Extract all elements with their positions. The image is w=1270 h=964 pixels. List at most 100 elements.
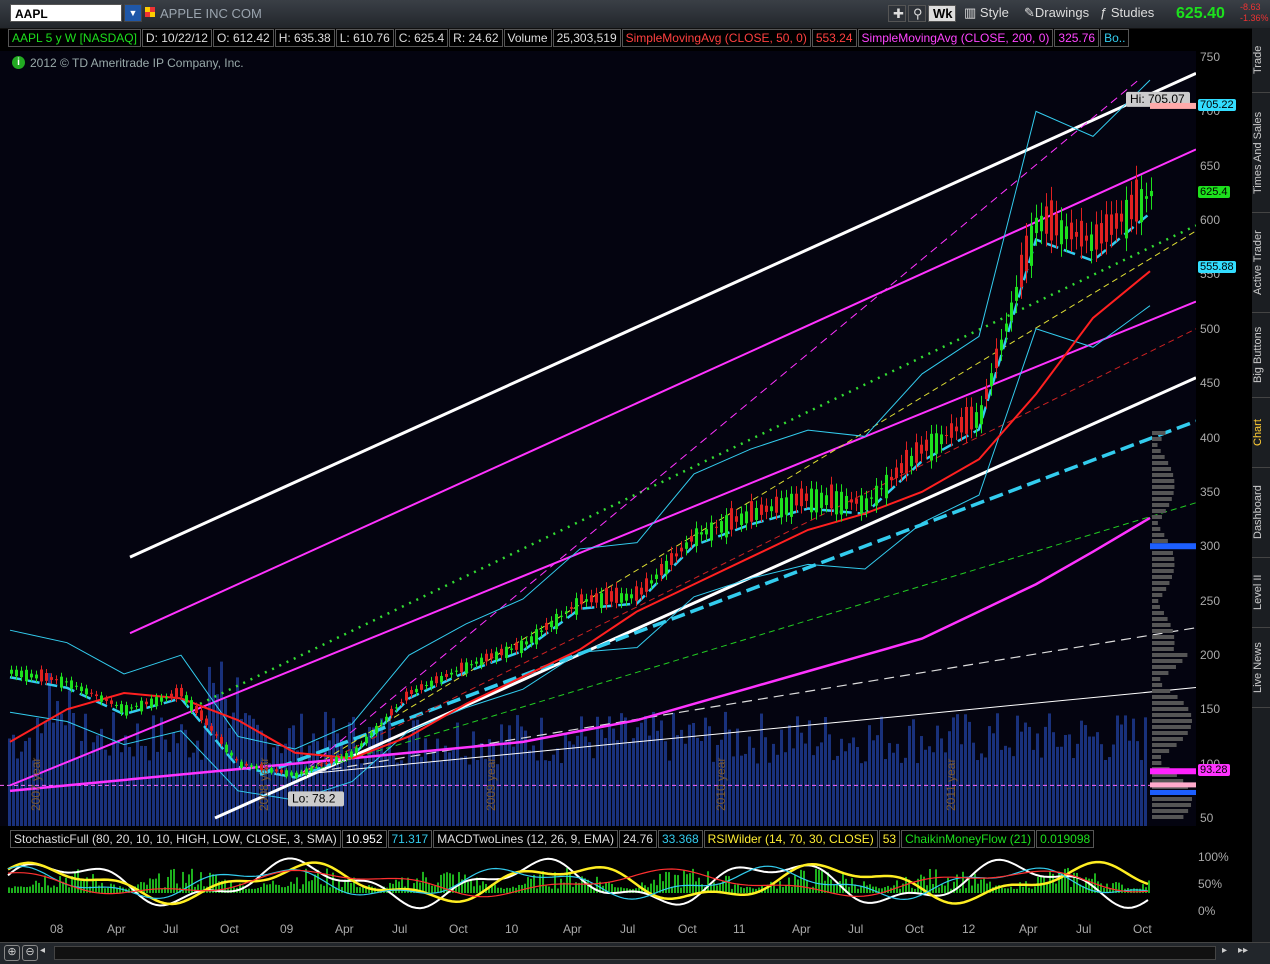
cmf-bar	[11, 888, 13, 893]
candle-body	[460, 662, 463, 673]
time-tick: 12	[962, 922, 976, 936]
volume-bar	[672, 712, 675, 826]
candle-body	[50, 677, 53, 680]
volume-profile-bar	[1152, 683, 1163, 687]
side-tab[interactable]: Level II	[1252, 558, 1270, 628]
candle-body	[330, 757, 333, 764]
info-icon[interactable]: i	[12, 56, 25, 69]
candle-body	[695, 528, 698, 546]
scroll-right-icon[interactable]: ▸	[1222, 945, 1232, 959]
candle-body	[80, 686, 83, 692]
candle-body	[340, 756, 343, 759]
cmf-bar	[104, 888, 106, 893]
candle-body	[150, 698, 153, 708]
side-tab[interactable]: Dashboard	[1252, 468, 1270, 558]
volume-bar	[1104, 759, 1107, 826]
volume-bar	[812, 755, 815, 826]
green-dashed-line	[299, 502, 1196, 775]
time-tick: Jul	[163, 922, 179, 936]
candle-body	[20, 670, 23, 678]
zoom-out-icon[interactable]: ⊖	[22, 945, 38, 961]
volume-bar	[160, 717, 163, 826]
cmf-bar	[899, 888, 901, 893]
volume-bar	[1048, 713, 1051, 826]
volume-bar	[292, 725, 295, 826]
candle-body	[95, 694, 98, 697]
cmf-bar	[23, 887, 25, 893]
time-axis[interactable]: 08 Apr Jul Oct 09 Apr Jul Oct 10 Apr Jul Oct 11 Apr Ju…	[0, 918, 1196, 942]
link-grid-icon[interactable]	[145, 7, 155, 17]
volume-bar	[692, 722, 695, 826]
lower-indicator-pane[interactable]	[0, 853, 1196, 918]
crosshair-icon[interactable]: ✚	[888, 5, 906, 22]
price-chart[interactable]: 2007 year 2008 year 2009 year 2010 year 2011…	[0, 51, 1196, 826]
scroll-left-icon[interactable]: ◂	[40, 945, 50, 959]
cmf-bar	[323, 885, 325, 893]
side-tab[interactable]: Times And Sales	[1252, 93, 1270, 213]
side-tab[interactable]: Active Trader	[1252, 213, 1270, 313]
candle-body	[465, 662, 468, 673]
volume-bar	[1008, 747, 1011, 826]
cmf-label: ChaikinMoneyFlow (21)	[901, 830, 1036, 848]
volume-bar	[364, 756, 367, 826]
cmf-bar	[668, 872, 670, 893]
volume-bar	[288, 728, 291, 826]
volume-profile-bar	[1152, 725, 1191, 729]
cmf-bar	[506, 887, 508, 893]
studies-button[interactable]: ƒ Studies	[1096, 5, 1162, 22]
candle-body	[835, 491, 838, 515]
cmf-bar	[653, 879, 655, 893]
time-tick: 09	[280, 922, 294, 936]
cmf-bar	[143, 882, 145, 893]
volume-bar	[756, 763, 759, 826]
candle-body	[220, 736, 223, 744]
price-axis[interactable]: 5010015020025030035040045050055060065070…	[1196, 50, 1250, 826]
cmf-value: 0.019098	[1036, 830, 1095, 848]
side-tab[interactable]: Trade	[1252, 28, 1270, 93]
cmf-bar	[566, 868, 568, 893]
zoom-icon[interactable]: ⚲	[908, 5, 926, 22]
stochastic-label: StochasticFull (80, 20, 10, 10, HIGH, LO…	[10, 830, 341, 848]
period-button[interactable]: Wk	[928, 5, 956, 22]
symbol-input[interactable]: AAPL	[10, 4, 122, 22]
volume-bar	[680, 729, 683, 826]
side-tab[interactable]: Live News	[1252, 628, 1270, 708]
zoom-in-icon[interactable]: ⊕	[4, 945, 20, 961]
volume-bar	[1044, 726, 1047, 826]
volume-bar	[1144, 717, 1147, 826]
time-tick: Oct	[1133, 922, 1152, 936]
expand-icon[interactable]: ▸▸	[1238, 945, 1252, 959]
candle-body	[1105, 214, 1108, 242]
candle-body	[1090, 234, 1093, 252]
last-price-label: 625.4	[1198, 185, 1230, 198]
volume-profile-bar	[1152, 509, 1166, 513]
cmf-bar	[266, 884, 268, 893]
drawings-button[interactable]: ✎Drawings	[1020, 5, 1094, 22]
volume-bar	[348, 722, 351, 826]
hi-price-label: 705.22	[1198, 98, 1236, 111]
cmf-bar	[8, 887, 10, 893]
volume-bar	[876, 735, 879, 826]
candle-body	[680, 547, 683, 552]
volume-bar	[120, 752, 123, 826]
volume-bar	[972, 742, 975, 826]
candle-body	[280, 769, 283, 773]
candle-body	[315, 766, 318, 768]
volume-bar	[344, 757, 347, 826]
style-button[interactable]: ▥ Style	[960, 5, 1016, 22]
candle-body	[515, 642, 518, 650]
side-tab[interactable]: Chart	[1252, 398, 1270, 468]
candle-body	[1070, 222, 1073, 240]
symbol-dropdown-icon[interactable]: ▼	[124, 4, 142, 22]
side-tab[interactable]: Big Buttons	[1252, 313, 1270, 398]
cmf-bar	[167, 876, 169, 893]
candle-body	[590, 595, 593, 603]
volume-bar	[440, 761, 443, 826]
candle-body	[65, 681, 68, 683]
indicator-header: StochasticFull (80, 20, 10, 10, HIGH, LO…	[0, 830, 1196, 852]
volume-bar	[648, 735, 651, 826]
stochastic-d: 71.317	[387, 830, 433, 848]
candle-body	[140, 700, 143, 712]
volume-bar	[628, 742, 631, 826]
time-scrollbar[interactable]	[54, 946, 1216, 960]
